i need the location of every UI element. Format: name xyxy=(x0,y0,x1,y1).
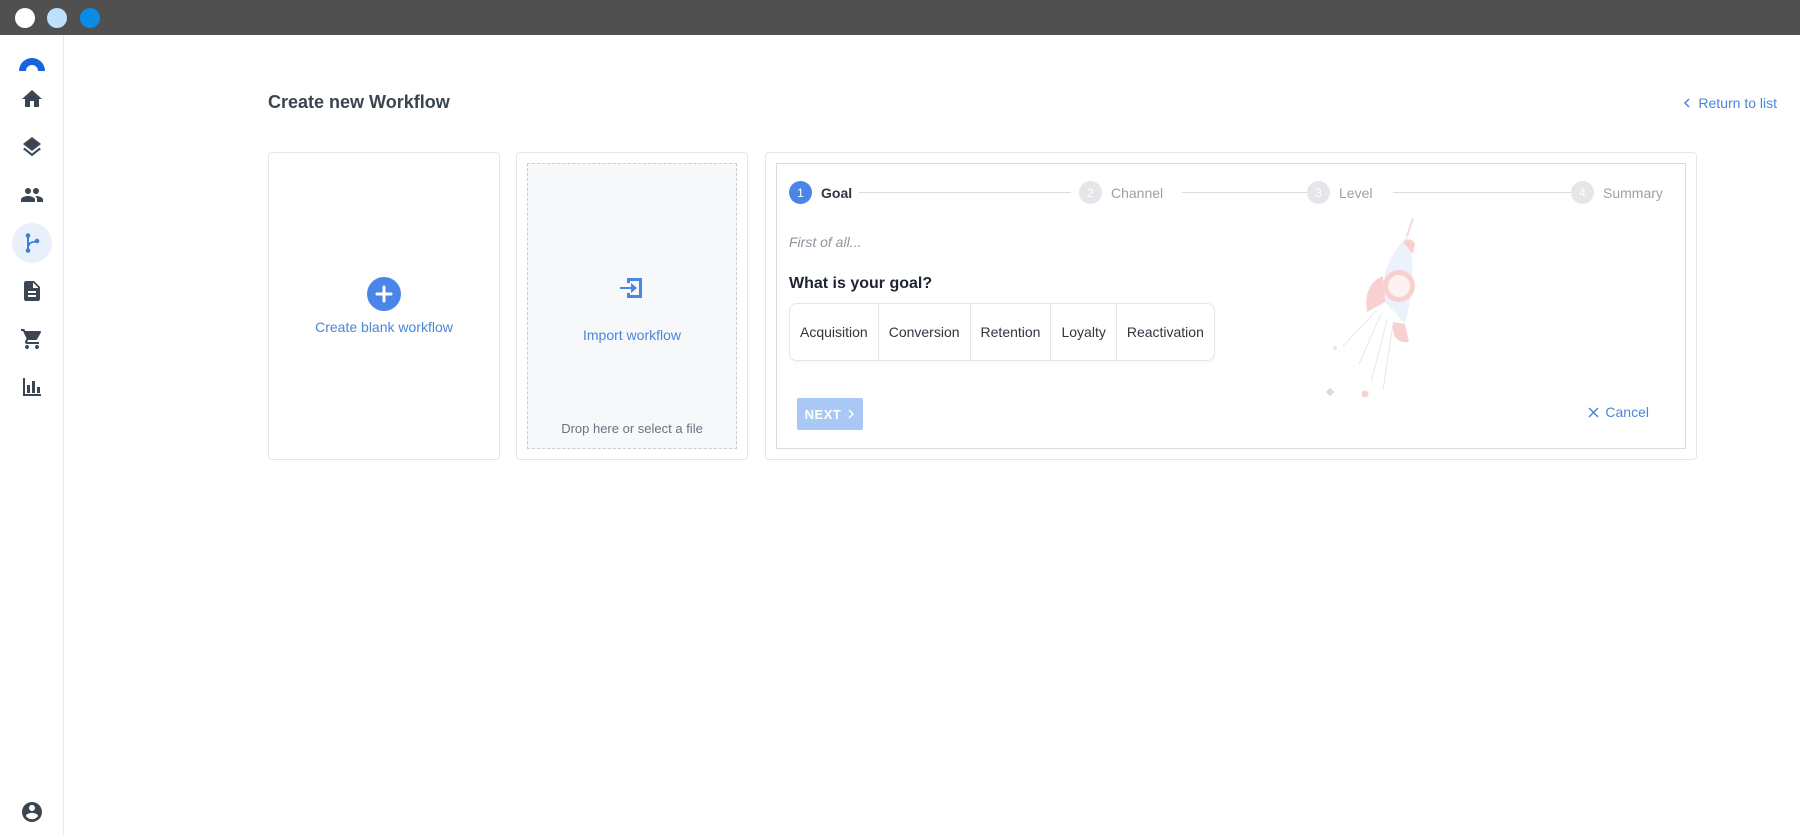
step-label: Level xyxy=(1339,184,1373,201)
users-icon xyxy=(21,188,43,202)
wizard-steps: 1 Goal 2 Channel 3 Level 4 Summary xyxy=(789,181,1663,205)
brand-logo-icon[interactable] xyxy=(17,53,47,73)
wizard-panel: 1 Goal 2 Channel 3 Level 4 Summary First… xyxy=(776,163,1686,449)
workflow-icon xyxy=(25,233,40,253)
step-summary[interactable]: 4 Summary xyxy=(1571,181,1663,204)
next-button-label: NEXT xyxy=(804,406,842,422)
step-label: Goal xyxy=(821,184,853,201)
document-icon xyxy=(24,281,40,301)
step-connector xyxy=(859,192,1071,193)
plus-circle-icon xyxy=(367,277,401,311)
import-workflow-label: Import workflow xyxy=(582,327,682,343)
step-level[interactable]: 3 Level xyxy=(1307,181,1372,204)
step-number: 3 xyxy=(1307,181,1330,204)
sidebar-item-workflows[interactable] xyxy=(12,223,52,263)
workflow-wizard-card: 1 Goal 2 Channel 3 Level 4 Summary First… xyxy=(765,152,1697,460)
page-title: Create new Workflow xyxy=(268,92,450,112)
return-to-list-link[interactable]: Return to list xyxy=(1682,95,1777,111)
step-number: 2 xyxy=(1079,181,1102,204)
import-icon xyxy=(620,278,642,298)
sidebar-item-home[interactable] xyxy=(12,79,52,119)
step-channel[interactable]: 2 Channel xyxy=(1079,181,1163,204)
step-goal[interactable]: 1 Goal xyxy=(789,181,852,204)
step-label: Summary xyxy=(1603,184,1663,201)
cart-icon xyxy=(21,329,42,349)
goal-option-loyalty[interactable]: Loyalty xyxy=(1051,304,1117,360)
step-label: Channel xyxy=(1111,184,1164,201)
sidebar-item-users[interactable] xyxy=(12,175,52,215)
account-circle-icon[interactable] xyxy=(20,800,44,824)
goal-option-reactivation[interactable]: Reactivation xyxy=(1117,304,1214,360)
cancel-button-label: Cancel xyxy=(1605,404,1649,420)
next-button[interactable]: NEXT xyxy=(797,398,863,430)
step-connector xyxy=(1393,192,1573,193)
chevron-right-icon xyxy=(848,409,855,419)
minimize-dot[interactable] xyxy=(47,8,67,28)
create-blank-workflow-card[interactable]: Create blank workflow xyxy=(268,152,500,460)
drop-hint: Drop here or select a file xyxy=(561,421,703,436)
maximize-dot[interactable] xyxy=(80,8,100,28)
wizard-intro: First of all... xyxy=(789,234,862,250)
step-connector xyxy=(1182,192,1312,193)
chevron-left-icon xyxy=(1684,98,1690,108)
step-number: 4 xyxy=(1571,181,1594,204)
sidebar-item-reports[interactable] xyxy=(12,367,52,407)
wizard-question: What is your goal? xyxy=(789,275,933,292)
create-blank-workflow-label: Create blank workflow xyxy=(315,319,453,335)
sidebar-item-documents[interactable] xyxy=(12,271,52,311)
home-icon xyxy=(22,90,42,107)
close-dot[interactable] xyxy=(15,8,35,28)
goal-option-acquisition[interactable]: Acquisition xyxy=(790,304,879,360)
bar-chart-icon xyxy=(23,378,41,396)
close-icon xyxy=(1588,406,1599,418)
goal-options: Acquisition Conversion Retention Loyalty… xyxy=(789,303,1215,361)
sidebar-item-layers[interactable] xyxy=(12,127,52,167)
sidebar-item-cart[interactable] xyxy=(12,319,52,359)
goal-option-retention[interactable]: Retention xyxy=(971,304,1052,360)
import-workflow-card: Import workflow Drop here or select a fi… xyxy=(516,152,748,460)
cancel-button[interactable]: Cancel xyxy=(1588,404,1649,420)
layers-icon xyxy=(23,137,41,157)
window-titlebar xyxy=(0,0,1800,35)
goal-option-conversion[interactable]: Conversion xyxy=(879,304,971,360)
step-number: 1 xyxy=(789,181,812,204)
file-dropzone[interactable]: Import workflow Drop here or select a fi… xyxy=(527,163,737,449)
sidebar xyxy=(0,35,64,835)
rocket-illustration-icon xyxy=(1325,217,1415,398)
return-to-list-label: Return to list xyxy=(1698,95,1777,111)
